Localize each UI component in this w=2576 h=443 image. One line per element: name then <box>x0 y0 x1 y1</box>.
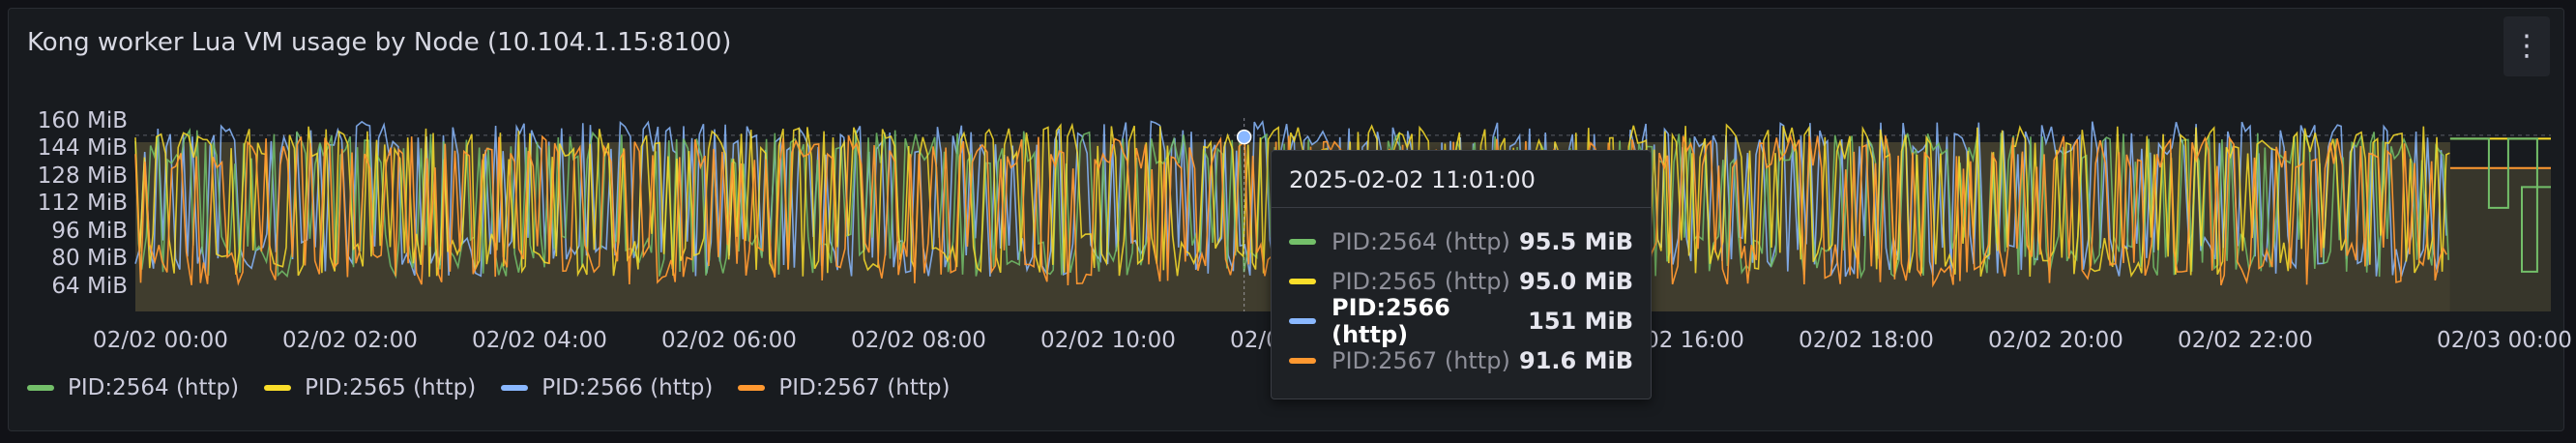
y-axis-tick: 96 MiB <box>51 218 128 244</box>
y-axis-tick: 112 MiB <box>37 191 128 217</box>
legend-label: PID:2565 (http) <box>305 375 477 400</box>
legend-item-pid-2565[interactable]: PID:2565 (http) <box>264 375 476 400</box>
tooltip-series-value: 95.5 MiB <box>1519 228 1633 255</box>
legend-swatch <box>738 385 766 391</box>
hover-point <box>1236 129 1252 145</box>
legend-swatch <box>27 385 54 391</box>
tooltip-series-label: PID:2566 (http) <box>1332 294 1450 348</box>
y-axis-tick: 128 MiB <box>37 162 128 189</box>
x-axis-tick: 02/02 20:00 <box>1988 328 2123 353</box>
x-axis-tick: 02/02 10:00 <box>1040 328 1176 353</box>
tooltip-swatch <box>1289 358 1316 364</box>
x-axis-tick: 02/02 08:00 <box>851 328 986 353</box>
x-axis-tick: 02/02 22:00 <box>2178 328 2313 353</box>
tooltip-swatch <box>1289 239 1316 245</box>
tooltip-series-label: PID:2567 (http) <box>1332 347 1510 374</box>
tooltip-series-label: PID:2564 (http) <box>1332 228 1510 255</box>
legend-label: PID:2566 (http) <box>542 375 714 400</box>
legend-item-pid-2566[interactable]: PID:2566 (http) <box>501 375 713 400</box>
tooltip-row: PID:2567 (http) 91.6 MiB <box>1289 344 1633 377</box>
tooltip-swatch <box>1289 279 1316 284</box>
tooltip-row-active: PID:2566 (http) 151 MiB <box>1289 294 1633 348</box>
tooltip-time: 2025-02-02 11:01:00 <box>1289 166 1536 193</box>
y-axis-tick: 80 MiB <box>51 246 128 272</box>
y-axis-tick: 144 MiB <box>37 135 128 162</box>
y-axis-tick: 64 MiB <box>51 274 128 299</box>
series-area-fill <box>2449 167 2551 311</box>
hover-tooltip: 2025-02-02 11:01:00 PID:2564 (http) 95.5… <box>1271 150 1652 399</box>
tooltip-divider <box>1272 207 1651 208</box>
x-axis-tick: 02/02 00:00 <box>93 328 228 353</box>
legend-item-pid-2564[interactable]: PID:2564 (http) <box>27 375 239 400</box>
tooltip-row: PID:2564 (http) 95.5 MiB <box>1289 225 1633 258</box>
x-axis-tick: 02/03 00:00 <box>2437 328 2572 353</box>
legend-swatch <box>501 385 529 391</box>
legend-swatch <box>264 385 292 391</box>
legend-label: PID:2567 (http) <box>778 375 951 400</box>
x-axis-tick: 02/02 02:00 <box>282 328 418 353</box>
tooltip-series-value: 151 MiB <box>1528 308 1633 335</box>
tooltip-series-value: 95.0 MiB <box>1519 268 1633 295</box>
tooltip-swatch <box>1289 318 1316 324</box>
x-axis-tick: 02/02 04:00 <box>472 328 607 353</box>
legend-item-pid-2567[interactable]: PID:2567 (http) <box>738 375 951 400</box>
x-axis-tick: 02/02 18:00 <box>1799 328 1934 353</box>
tooltip-row: PID:2565 (http) 95.0 MiB <box>1289 265 1633 298</box>
x-axis-tick: 02/02 06:00 <box>661 328 797 353</box>
tooltip-series-label: PID:2565 (http) <box>1332 268 1510 295</box>
legend-label: PID:2564 (http) <box>68 375 240 400</box>
y-axis-tick: 160 MiB <box>37 107 128 133</box>
chart-legend: PID:2564 (http) PID:2565 (http) PID:2566… <box>27 375 951 400</box>
tooltip-series-value: 91.6 MiB <box>1519 347 1633 374</box>
